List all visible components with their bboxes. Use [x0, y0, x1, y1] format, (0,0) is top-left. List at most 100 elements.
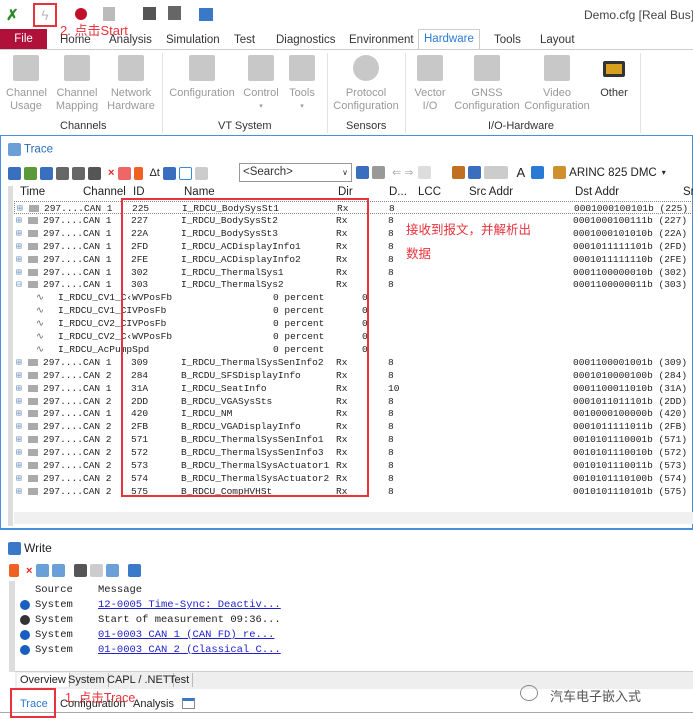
expand-icon[interactable]: ⊞: [16, 420, 22, 433]
tab-tools[interactable]: Tools: [494, 31, 521, 50]
chevron-down-icon[interactable]: ∨: [342, 164, 348, 181]
file-tab[interactable]: File: [0, 29, 47, 49]
protocol-icon[interactable]: [553, 166, 567, 179]
pause-icon[interactable]: [134, 166, 144, 180]
expand-icon[interactable]: ⊞: [16, 446, 22, 459]
trace-search-input[interactable]: <Search> ∨: [239, 163, 352, 182]
layout-icon[interactable]: [451, 166, 465, 179]
col-dlc[interactable]: D...: [389, 186, 407, 198]
col-channel[interactable]: Channel: [83, 186, 126, 198]
expand-icon[interactable]: ⊞: [16, 253, 22, 266]
binoculars-icon[interactable]: [88, 166, 101, 180]
vt-tools-button[interactable]: Tools ▾: [286, 55, 318, 113]
channel-usage-button[interactable]: Channel Usage: [6, 55, 47, 113]
settings-icon[interactable]: [128, 564, 142, 577]
message-cell[interactable]: 01-0003 CAN 1 (CAN FD) re...: [98, 629, 274, 642]
protocol-configuration-button[interactable]: Protocol Configuration: [332, 55, 400, 113]
write-row[interactable]: System 01-0003 CAN 1 (CAN FD) re...: [18, 629, 693, 642]
settings-icon[interactable]: [467, 166, 481, 179]
vt-control-button[interactable]: Control ▾: [240, 55, 282, 113]
write-tab-test[interactable]: Test: [166, 673, 194, 687]
clear-icon[interactable]: ×: [26, 565, 32, 577]
filter-remove-icon[interactable]: [72, 166, 85, 180]
horizontal-scrollbar[interactable]: [14, 512, 693, 524]
clear-page-icon[interactable]: [36, 564, 50, 577]
expand-icon[interactable]: ⊞: [16, 369, 22, 382]
stop-button[interactable]: [75, 8, 87, 20]
write-tab-capl-net[interactable]: CAPL / .NET: [104, 673, 174, 687]
export-icon[interactable]: [40, 166, 53, 180]
pause-icon[interactable]: [9, 564, 19, 577]
expand-icon[interactable]: ⊞: [16, 240, 22, 253]
clear-icon[interactable]: ×: [108, 167, 114, 179]
gnss-configuration-button[interactable]: GNSS Configuration: [454, 55, 520, 113]
expand-icon[interactable]: ⊞: [16, 214, 22, 227]
toolbar-icon[interactable]: [8, 166, 21, 180]
col-name[interactable]: Name: [184, 186, 215, 198]
col-dir[interactable]: Dir: [338, 186, 353, 198]
col-id[interactable]: ID: [133, 186, 145, 198]
protocol-select[interactable]: ARINC 825 DMC: [569, 167, 657, 179]
save-icon[interactable]: [143, 7, 156, 20]
expand-icon[interactable]: ⊞: [16, 266, 22, 279]
chevron-down-icon[interactable]: ▾: [662, 168, 666, 177]
tab-analysis[interactable]: Analysis: [109, 31, 152, 50]
config-icon[interactable]: [199, 8, 213, 21]
find-next-icon[interactable]: [372, 166, 385, 179]
new-icon[interactable]: [103, 7, 115, 21]
tab-hardware[interactable]: Hardware: [418, 29, 480, 50]
expand-icon[interactable]: ⊞: [16, 227, 22, 240]
find-prev-icon[interactable]: [356, 166, 369, 179]
write-tab-overview[interactable]: Overview: [17, 673, 70, 687]
expand-icon[interactable]: ⊞: [16, 459, 22, 472]
col-lcc[interactable]: LCC: [418, 186, 441, 198]
left-splitter[interactable]: [8, 186, 13, 526]
chart-icon[interactable]: [24, 166, 37, 180]
scroll-icon[interactable]: [162, 166, 176, 180]
write-row[interactable]: System 01-0003 CAN 2 (Classical C...: [18, 644, 693, 657]
expand-icon[interactable]: ⊞: [16, 433, 22, 446]
col-time[interactable]: Time: [20, 186, 45, 198]
column-icon[interactable]: [194, 166, 208, 180]
color-icon[interactable]: [531, 166, 545, 179]
vt-configuration-button[interactable]: Configuration: [168, 55, 236, 100]
vector-io-button[interactable]: Vector I/O: [410, 55, 450, 113]
tab-diagnostics[interactable]: Diagnostics: [276, 31, 335, 50]
tab-environment[interactable]: Environment: [349, 31, 414, 50]
write-row[interactable]: System Start of measurement 09:36...: [18, 614, 693, 627]
message-cell[interactable]: 01-0003 CAN 2 (Classical C...: [98, 644, 281, 657]
marker-icon[interactable]: [417, 166, 431, 179]
filter-icon[interactable]: [56, 166, 69, 180]
write-tab-system[interactable]: System: [65, 673, 109, 687]
other-button[interactable]: Other: [596, 55, 632, 100]
font-size-icon[interactable]: A: [517, 165, 526, 180]
expand-icon[interactable]: ⊞: [16, 485, 22, 498]
collapse-icon[interactable]: ⊟: [16, 278, 22, 291]
write-header-message[interactable]: Message: [98, 584, 142, 596]
tab-layout[interactable]: Layout: [540, 31, 575, 50]
col-src-addr[interactable]: Src Addr: [469, 186, 513, 198]
col-dst-addr[interactable]: Dst Addr: [575, 186, 619, 198]
lines-icon[interactable]: [483, 166, 508, 179]
tab-test[interactable]: Test: [234, 31, 255, 50]
binoculars-icon[interactable]: [74, 564, 88, 577]
bottom-tab-analysis[interactable]: Analysis: [133, 697, 174, 711]
channel-mapping-button[interactable]: Channel Mapping: [55, 55, 99, 113]
write-row[interactable]: System 12-0005 Time-Sync: Deactiv...: [18, 599, 693, 612]
expand-icon[interactable]: ⊞: [16, 407, 22, 420]
col-sr[interactable]: Sr: [683, 186, 693, 198]
expand-icon[interactable]: ⊞: [16, 356, 22, 369]
write-header-source[interactable]: Source: [35, 584, 73, 596]
write-splitter[interactable]: [9, 581, 15, 672]
clear-all-icon[interactable]: [52, 564, 66, 577]
back-icon[interactable]: ⇐ ⇒: [392, 166, 414, 179]
delta-time-icon[interactable]: Δt: [149, 167, 159, 179]
save-as-icon[interactable]: [168, 6, 181, 20]
start-button[interactable]: ϟ: [33, 3, 57, 27]
copy-icon[interactable]: [90, 564, 104, 577]
export-icon[interactable]: [106, 564, 120, 577]
network-hardware-button[interactable]: Network Hardware: [106, 55, 156, 113]
detail-view-icon[interactable]: [178, 166, 192, 180]
expand-icon[interactable]: ⊞: [16, 472, 22, 485]
new-tab-icon[interactable]: [182, 698, 195, 709]
